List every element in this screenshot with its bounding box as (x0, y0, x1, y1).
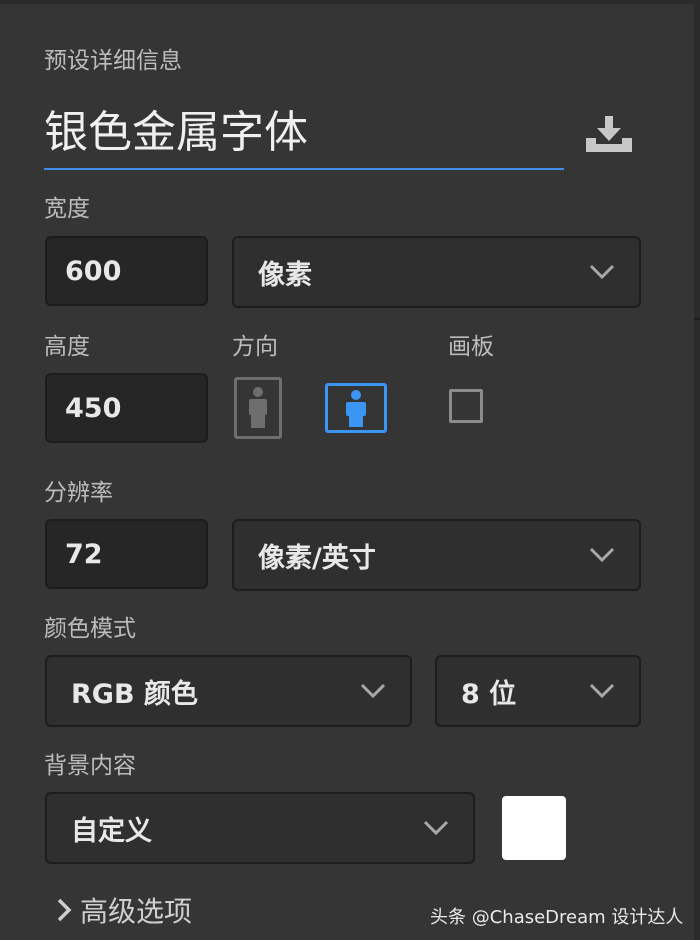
landscape-orientation-button[interactable] (325, 383, 387, 433)
artboard-checkbox[interactable] (449, 389, 483, 423)
color-mode-select[interactable]: RGB 颜色 (45, 655, 412, 727)
height-label: 高度 (44, 334, 90, 360)
chevron-down-icon (589, 264, 615, 280)
orientation-label: 方向 (232, 334, 278, 360)
preset-name-input[interactable]: 银色金属字体 (44, 104, 564, 170)
height-input[interactable]: 450 (45, 373, 208, 443)
width-label: 宽度 (44, 196, 90, 222)
width-unit-value: 像素 (258, 259, 312, 291)
resolution-label: 分辨率 (44, 480, 113, 506)
advanced-options-toggle[interactable]: 高级选项 (56, 890, 192, 930)
chevron-down-icon (360, 683, 386, 699)
chevron-right-icon (57, 898, 72, 922)
bit-depth-select[interactable]: 8 位 (435, 655, 641, 727)
top-border (0, 0, 700, 4)
resolution-unit-value: 像素/英寸 (258, 542, 376, 574)
color-mode-value: RGB 颜色 (71, 678, 198, 710)
resolution-input[interactable]: 72 (45, 519, 208, 589)
width-unit-select[interactable]: 像素 (232, 236, 641, 308)
artboard-label: 画板 (448, 334, 494, 360)
background-select[interactable]: 自定义 (45, 792, 475, 864)
chevron-down-icon (589, 547, 615, 563)
person-landscape-icon (346, 390, 366, 427)
scrollbar-notch (694, 318, 700, 320)
chevron-down-icon (589, 683, 615, 699)
panel-scrollbar[interactable] (694, 0, 700, 940)
section-title: 预设详细信息 (44, 48, 182, 74)
bit-depth-value: 8 位 (461, 678, 517, 710)
background-color-swatch[interactable] (502, 796, 566, 860)
chevron-down-icon (423, 820, 449, 836)
color-mode-label: 颜色模式 (44, 616, 136, 642)
watermark-text: 头条 @ChaseDream 设计达人 (430, 907, 684, 928)
resolution-unit-select[interactable]: 像素/英寸 (232, 519, 641, 591)
portrait-orientation-button[interactable] (234, 377, 282, 439)
background-label: 背景内容 (44, 753, 136, 779)
width-input[interactable]: 600 (45, 236, 208, 306)
person-portrait-icon (249, 387, 267, 428)
background-value: 自定义 (71, 815, 152, 847)
save-preset-icon[interactable] (584, 116, 634, 154)
advanced-options-label: 高级选项 (80, 895, 193, 928)
